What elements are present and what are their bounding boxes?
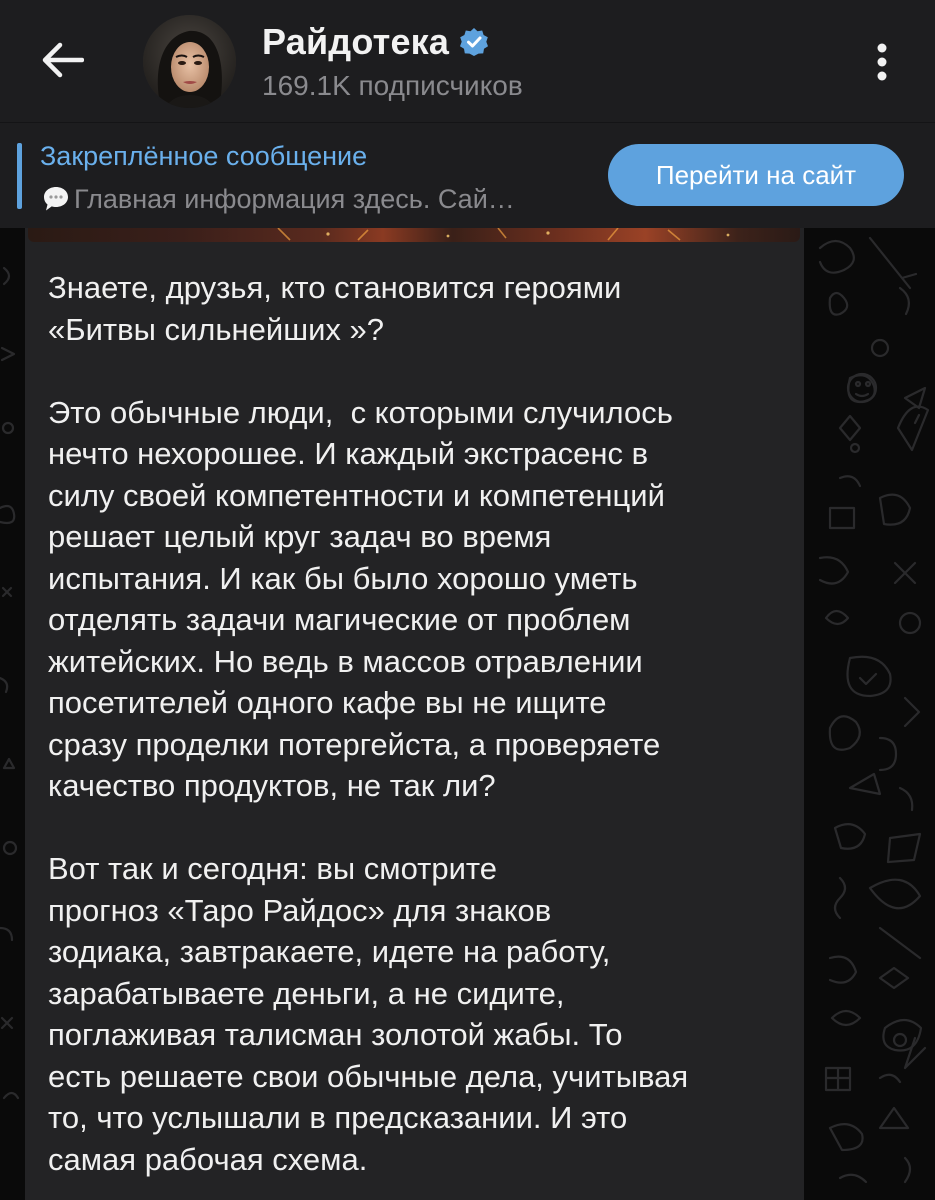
arrow-left-icon bbox=[42, 42, 84, 78]
subscriber-count: 169.1K подписчиков bbox=[262, 70, 523, 101]
more-options-button[interactable] bbox=[858, 34, 906, 90]
pinned-message-bar[interactable]: Закреплённое сообщение Главная информаци… bbox=[0, 122, 935, 229]
channel-title: Райдотека bbox=[262, 21, 450, 62]
back-button[interactable] bbox=[32, 30, 92, 90]
chat-area[interactable]: Знаете, друзья, кто становится героями «… bbox=[0, 228, 935, 1200]
verified-badge-icon bbox=[459, 27, 489, 57]
message-media-preview[interactable] bbox=[28, 228, 800, 242]
pinned-message-title: Закреплённое сообщение bbox=[40, 141, 368, 171]
pinned-preview-text: Главная информация здесь. Сай… bbox=[74, 183, 515, 214]
avatar-portrait-image bbox=[143, 15, 236, 108]
channel-avatar[interactable] bbox=[143, 15, 236, 108]
pinned-message-preview: Главная информация здесь. Сай… bbox=[40, 183, 515, 215]
speech-bubble-icon bbox=[40, 183, 72, 215]
media-sparks-image bbox=[277, 228, 730, 241]
go-to-site-button[interactable]: Перейти на сайт bbox=[608, 144, 904, 206]
channel-header: Райдотека 169.1K подписчиков bbox=[0, 0, 935, 122]
pinned-accent-bar bbox=[17, 143, 22, 209]
message-text: Знаете, друзья, кто становится героями «… bbox=[48, 270, 689, 1177]
more-vertical-icon bbox=[877, 43, 887, 81]
channel-title-row[interactable]: Райдотека bbox=[262, 18, 489, 66]
